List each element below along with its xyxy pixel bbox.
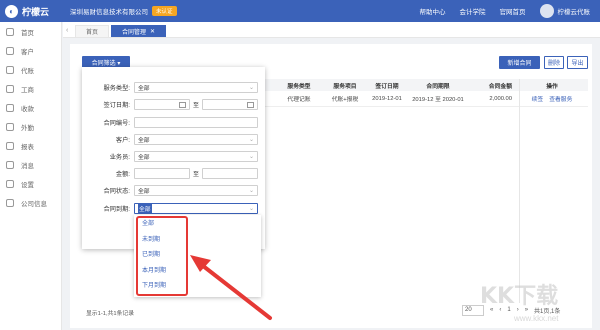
lemon-logo-icon: ◐ — [5, 4, 18, 18]
sidebar: 首页 客户 代账 工商 收款 外勤 报表 消息 设置 公司信息 — [0, 22, 62, 330]
home-icon — [6, 27, 14, 36]
filter-row-customer: 客户: 全部 ⌄ — [82, 133, 258, 145]
view-service-link[interactable]: 查看服务 — [549, 94, 572, 103]
col-service-item: 服务项目 — [333, 83, 357, 90]
filter-row-amount: 金额: 至 — [82, 167, 258, 179]
delete-button[interactable]: 删除 — [544, 56, 564, 69]
message-icon — [6, 160, 14, 169]
nav-official[interactable]: 官网首页 — [500, 6, 526, 16]
client-icon — [6, 46, 14, 55]
business-icon — [6, 84, 14, 93]
col-amount: 合同金额 — [488, 83, 512, 90]
chevron-down-icon: ⌄ — [248, 187, 254, 194]
user-name[interactable]: 柠檬云代账 — [558, 6, 591, 16]
tab-scroll-left-icon[interactable]: ‹ — [66, 27, 75, 34]
salesman-select[interactable]: 全部 ⌄ — [134, 150, 258, 162]
top-nav: 帮助中心 会计学院 官网首页 柠檬云代账 — [420, 0, 600, 22]
contract-expiry-select[interactable]: 全部 ⌄ — [134, 202, 258, 214]
cell-amount: 2,000.00 — [489, 95, 512, 102]
amount-min-input[interactable] — [134, 167, 190, 179]
customer-select[interactable]: 全部 ⌄ — [134, 133, 258, 145]
top-bar: ◐ 柠檬云 深圳易财信息技术有限公司 未认证 帮助中心 会计学院 官网首页 柠檬… — [0, 0, 600, 22]
sidebar-item-business[interactable]: 工商 — [0, 79, 61, 98]
renew-link[interactable]: 续签 — [532, 94, 544, 103]
col-period: 合同期限 — [426, 83, 450, 90]
col-operation: 操作 — [546, 83, 558, 90]
calendar-icon — [247, 101, 254, 108]
chevron-down-icon: ⌄ — [248, 205, 254, 212]
filter-row-expiry: 合同到期: 全部 ⌄ — [82, 202, 258, 214]
cell-service-type: 代理记账 — [287, 97, 311, 103]
service-type-select[interactable]: 全部 ⌄ — [134, 81, 258, 93]
bookkeeping-icon — [6, 65, 14, 74]
payment-icon — [6, 103, 14, 112]
sidebar-item-payment[interactable]: 收款 — [0, 98, 61, 117]
sidebar-item-field[interactable]: 外勤 — [0, 117, 61, 136]
watermark-logo: KK下载 — [480, 284, 559, 309]
sign-date-end-input[interactable] — [202, 98, 258, 110]
col-sign-date: 签订日期 — [375, 83, 399, 90]
record-summary: 显示1-1,共1条记录 — [86, 311, 134, 317]
amount-max-input[interactable] — [202, 167, 258, 179]
filter-row-sign-date: 签订日期: 至 — [82, 98, 258, 110]
verify-badge[interactable]: 未认证 — [152, 6, 177, 16]
company-name: 深圳易财信息技术有限公司 — [70, 9, 148, 16]
chevron-down-icon: ⌄ — [248, 153, 254, 160]
sidebar-item-company[interactable]: 公司信息 — [0, 193, 61, 212]
sidebar-item-home[interactable]: 首页 — [0, 22, 61, 41]
filter-row-contract-no: 合同编号: — [82, 116, 258, 128]
sidebar-item-bookkeeping[interactable]: 代账 — [0, 60, 61, 79]
company-icon — [6, 198, 14, 207]
add-contract-button[interactable]: 新增合同 — [499, 56, 540, 69]
filter-row-status: 合同状态: 全部 ⌄ — [82, 184, 258, 196]
sign-date-start-input[interactable] — [134, 98, 190, 110]
filter-row-service-type: 服务类型: 全部 ⌄ — [82, 81, 258, 93]
cell-service-item: 代账+报税 — [331, 97, 359, 103]
contract-no-input[interactable] — [134, 116, 258, 128]
contract-status-select[interactable]: 全部 ⌄ — [134, 184, 258, 196]
cell-period: 2019-12 至 2020-01 — [412, 97, 464, 103]
highlight-box — [136, 216, 188, 296]
calendar-icon — [179, 101, 186, 108]
avatar[interactable] — [539, 4, 554, 18]
chevron-down-icon: ⌄ — [248, 84, 254, 91]
tab-home[interactable]: 首页 — [75, 25, 110, 37]
chevron-down-icon: ⌄ — [248, 136, 254, 143]
column-divider — [519, 79, 520, 303]
sidebar-item-settings[interactable]: 设置 — [0, 174, 61, 193]
brand-name: 柠檬云 — [22, 6, 50, 17]
nav-help[interactable]: 帮助中心 — [420, 6, 446, 16]
export-button[interactable]: 导出 — [567, 56, 588, 69]
report-icon — [6, 141, 14, 150]
sidebar-item-message[interactable]: 消息 — [0, 155, 61, 174]
close-icon[interactable]: ✕ — [150, 28, 155, 35]
field-icon — [6, 122, 14, 131]
tab-bar: ‹ 首页 合同管理 ✕ — [63, 22, 600, 38]
sidebar-item-client[interactable]: 客户 — [0, 41, 61, 60]
nav-academy[interactable]: 会计学院 — [460, 6, 486, 16]
filter-row-salesman: 业务员: 全部 ⌄ — [82, 150, 258, 162]
settings-icon — [6, 179, 14, 188]
sidebar-item-report[interactable]: 报表 — [0, 136, 61, 155]
cell-sign-date: 2019-12-01 — [372, 95, 402, 102]
col-service-type: 服务类型 — [287, 83, 311, 90]
watermark-url: www.kkx.net — [514, 314, 559, 323]
tab-contract-management[interactable]: 合同管理 ✕ — [111, 25, 167, 37]
brand[interactable]: ◐ 柠檬云 — [0, 4, 62, 18]
